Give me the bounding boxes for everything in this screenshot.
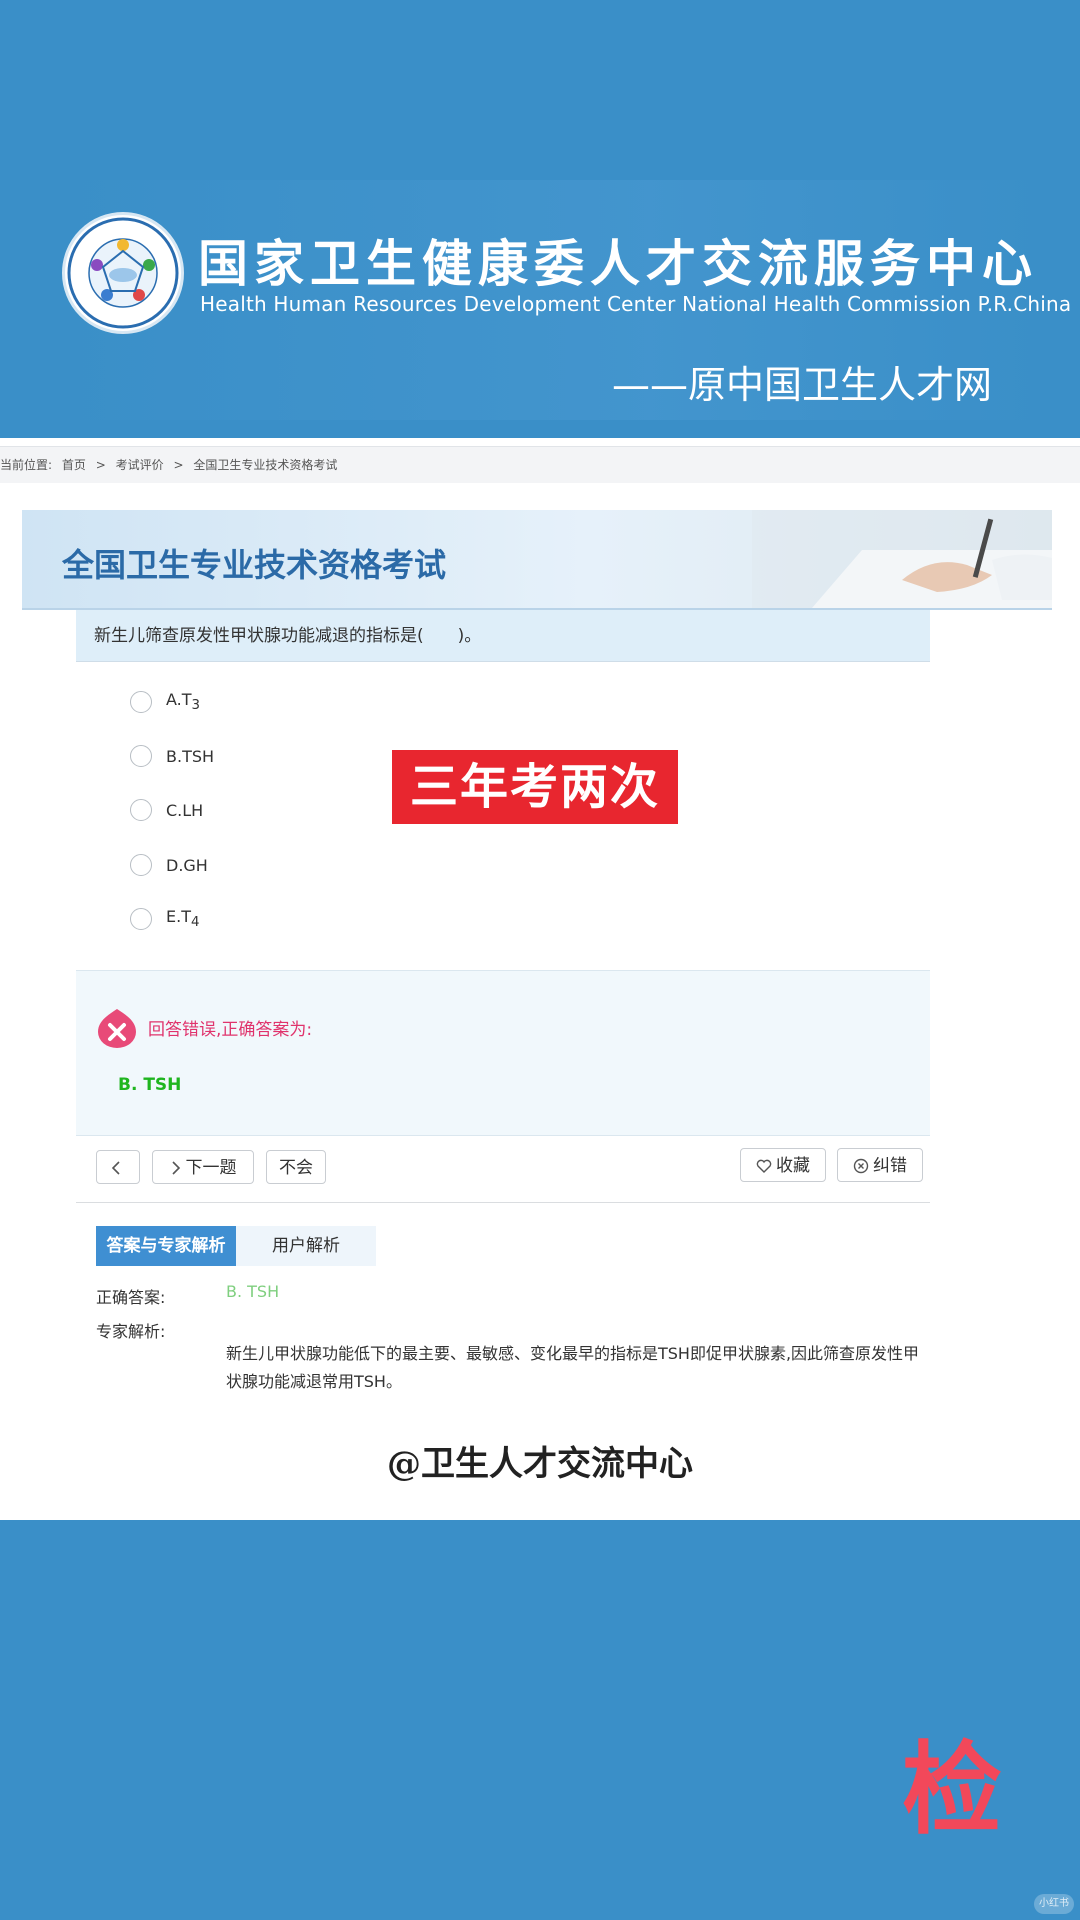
report-error-label: 纠错	[873, 1156, 907, 1176]
breadcrumb-prefix: 当前位置:	[0, 458, 53, 472]
report-error-button[interactable]: 纠错	[837, 1148, 923, 1182]
close-circle-icon	[853, 1158, 869, 1174]
breadcrumb: 当前位置: 首页 > 考试评价 > 全国卫生专业技术资格考试	[0, 446, 1080, 483]
option-label: D.GH	[166, 855, 208, 875]
radio-button[interactable]	[130, 691, 152, 713]
writing-hand-illustration	[752, 510, 1052, 608]
header-banner: 国家卫生健康委人才交流服务中心 Health Human Resources D…	[0, 0, 1080, 435]
organization-name-en: Health Human Resources Development Cente…	[200, 292, 1072, 316]
platform-watermark: 小红书	[1034, 1894, 1074, 1914]
organization-former-name: ——原中国卫生人才网	[612, 363, 993, 407]
option-label: E.T4	[166, 907, 200, 931]
chevron-left-icon	[111, 1161, 120, 1175]
radio-button[interactable]	[130, 745, 152, 767]
correct-answer-value: B. TSH	[226, 1282, 280, 1301]
favorite-label: 收藏	[776, 1156, 810, 1176]
chevron-right-icon	[171, 1161, 180, 1175]
result-correct-answer: B. TSH	[118, 1075, 182, 1095]
wrong-answer-icon	[98, 1009, 136, 1048]
radio-button[interactable]	[130, 908, 152, 930]
logo-emblem-icon	[67, 217, 179, 329]
dont-know-button[interactable]: 不会	[266, 1150, 326, 1184]
option-a[interactable]: A.T3	[130, 688, 200, 716]
option-c[interactable]: C.LH	[130, 796, 203, 824]
option-label: A.T3	[166, 690, 201, 714]
radio-button[interactable]	[130, 854, 152, 876]
tab-user-analysis[interactable]: 用户解析	[236, 1226, 376, 1266]
question-text: 新生儿筛查原发性甲状腺功能减退的指标是( )。	[76, 610, 930, 662]
prev-button[interactable]	[96, 1150, 140, 1184]
radio-button[interactable]	[130, 799, 152, 821]
breadcrumb-separator: >	[173, 458, 184, 472]
option-e[interactable]: E.T4	[130, 905, 199, 933]
corner-character: 检	[902, 1731, 1002, 1848]
author-signature: @卫生人才交流中心	[387, 1444, 693, 1484]
next-question-label: 下一题	[185, 1158, 237, 1178]
favorite-button[interactable]: 收藏	[740, 1148, 826, 1182]
exam-banner: 全国卫生专业技术资格考试	[22, 510, 1052, 610]
correct-answer-label: 正确答案:	[96, 1288, 166, 1307]
option-label: B.TSH	[166, 746, 215, 766]
expert-analysis-text: 新生儿甲状腺功能低下的最主要、最敏感、变化最早的指标是TSH即促甲状腺素,因此筛…	[226, 1344, 920, 1391]
section-divider	[76, 1202, 930, 1203]
answer-result-box: 回答错误,正确答案为: B. TSH	[76, 970, 930, 1136]
exam-banner-title: 全国卫生专业技术资格考试	[62, 546, 447, 584]
exam-page-panel: 当前位置: 首页 > 考试评价 > 全国卫生专业技术资格考试 全国卫生专业技术资…	[0, 438, 1080, 1520]
next-question-button[interactable]: 下一题	[152, 1150, 254, 1184]
overlay-stamp-text: 三年考两次	[392, 750, 678, 824]
option-label: C.LH	[166, 800, 204, 820]
breadcrumb-item-evaluation[interactable]: 考试评价	[116, 458, 164, 472]
option-d[interactable]: D.GH	[130, 851, 208, 879]
expert-analysis-label: 专家解析:	[96, 1322, 166, 1341]
breadcrumb-separator: >	[95, 458, 106, 472]
breadcrumb-item-home[interactable]: 首页	[62, 458, 86, 472]
breadcrumb-item-exam[interactable]: 全国卫生专业技术资格考试	[193, 458, 337, 472]
tab-expert-analysis[interactable]: 答案与专家解析	[96, 1226, 236, 1266]
organization-logo	[62, 212, 184, 334]
heart-icon	[756, 1159, 772, 1173]
organization-name-cn: 国家卫生健康委人才交流服务中心	[198, 235, 1038, 293]
option-b[interactable]: B.TSH	[130, 742, 214, 770]
result-message: 回答错误,正确答案为:	[148, 1020, 313, 1040]
